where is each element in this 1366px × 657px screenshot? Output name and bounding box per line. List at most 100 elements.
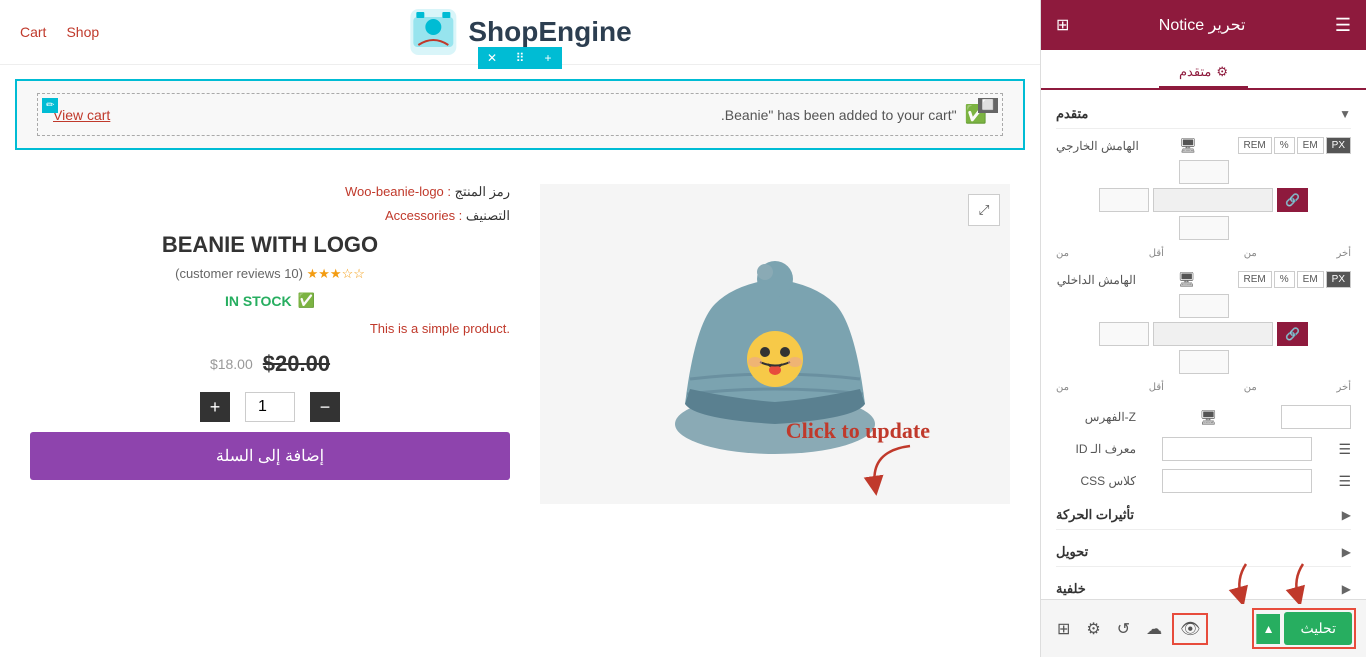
id-row: ☰ معرف الـ ID (1056, 437, 1351, 461)
sku-label: رمز المنتج (455, 184, 510, 199)
em-tab[interactable]: EM (1297, 137, 1324, 154)
inner-margin-center[interactable] (1153, 322, 1273, 346)
update-btn-wrapper: ▲ تحليث (1252, 608, 1356, 649)
sidebar-title: تحرير Notice (1159, 15, 1246, 35)
view-cart-link[interactable]: View cart (53, 107, 110, 123)
star-rating: ★★★☆☆ (307, 266, 365, 281)
notice-close-btn[interactable]: ✕ (478, 47, 506, 69)
bottom-icon-group: ⊞ ⚙ ↺ ☁ 👁 (1051, 613, 1208, 645)
outer-link-btn[interactable]: 🔗 (1277, 188, 1308, 212)
z-index-input[interactable] (1281, 405, 1351, 429)
inner-unit-tabs: PX EM % REM (1238, 271, 1351, 288)
motion-label: تأثيرات الحركة (1056, 507, 1134, 523)
cloud-btn[interactable]: ☁ (1140, 613, 1168, 645)
outer-margin-header: PX EM % REM 🖥 الهامش الخارجي (1056, 137, 1351, 154)
notice-move-btn[interactable]: ⠿ (506, 47, 534, 69)
notice-text-content: "Beanie" has been added to your cart. (721, 107, 957, 123)
qty-plus-btn[interactable]: + (200, 392, 230, 422)
css-input[interactable] (1162, 469, 1312, 493)
px-tab[interactable]: PX (1326, 137, 1351, 154)
percent-tab[interactable]: % (1274, 137, 1295, 154)
notice-bar: ✏ View cart ✅ "Beanie" has been added to… (15, 79, 1025, 150)
inner-dir-to: من (1056, 382, 1069, 393)
dir-last: أخر (1337, 248, 1351, 259)
sidebar-bottom-toolbar: ⊞ ⚙ ↺ ☁ 👁 ▲ تحليث (1041, 599, 1366, 657)
history-btn[interactable]: ↺ (1111, 613, 1136, 645)
grid-icon[interactable]: ⊞ (1056, 15, 1069, 35)
outer-margin-top[interactable] (1179, 160, 1229, 184)
preview-eye-btn[interactable]: 👁 (1174, 615, 1206, 643)
inner-margin-group: PX EM % REM 🖥 الهامش الداخلي 🔗 أخر (1056, 271, 1351, 393)
inner-percent-tab[interactable]: % (1274, 271, 1295, 288)
cart-link[interactable]: Cart (20, 24, 46, 40)
tab-advanced-label: متقدم (1179, 64, 1211, 80)
outer-margin-bottom[interactable] (1179, 216, 1229, 240)
add-to-cart-button[interactable]: إضافة إلى السلة (30, 432, 510, 480)
inner-rem-tab[interactable]: REM (1238, 271, 1272, 288)
z-index-label: Z-الفهرس (1056, 410, 1136, 424)
new-price: $20.00 (263, 351, 330, 377)
css-label: كلاس CSS (1056, 474, 1136, 488)
price-row: $18.00 $20.00 (30, 351, 510, 377)
inner-link-btn[interactable]: 🔗 (1277, 322, 1308, 346)
tab-advanced[interactable]: ⚙ متقدم (1159, 58, 1248, 88)
outer-margin-center[interactable] (1153, 188, 1273, 212)
sku-value: Woo-beanie-logo : (345, 184, 451, 199)
product-image-area: ⤢ (540, 184, 1010, 504)
preview-btn-wrapper: 👁 (1172, 613, 1208, 645)
sidebar-content[interactable]: ▼ متقدم PX EM % REM 🖥 الهامش الخارجي 🔗 (1041, 90, 1366, 599)
inner-margin-label: الهامش الداخلي (1056, 273, 1136, 287)
inner-em-tab[interactable]: EM (1297, 271, 1324, 288)
logo-text: ShopEngine (468, 16, 631, 48)
inner-margin-middle-row: 🔗 (1099, 322, 1308, 346)
nav-links: Cart Shop (20, 24, 99, 40)
outer-margin-right[interactable] (1099, 188, 1149, 212)
shopengine-logo-icon (408, 7, 458, 57)
inner-monitor-icon: 🖥 (1178, 271, 1196, 288)
update-dropdown-btn[interactable]: ▲ (1256, 614, 1281, 644)
product-title: BEANIE WITH LOGO (30, 232, 510, 258)
category-label: التصنيف (466, 208, 510, 223)
product-category: Accessories : التصنيف (30, 208, 510, 224)
transform-label: تحويل (1056, 544, 1088, 560)
chevron-icon: ▼ (1339, 107, 1351, 121)
hamburger-icon[interactable]: ☰ (1335, 15, 1351, 36)
layers-btn[interactable]: ⊞ (1051, 613, 1076, 645)
transform-section[interactable]: ▶ تحويل (1056, 538, 1351, 567)
shop-link[interactable]: Shop (66, 24, 99, 40)
quantity-input[interactable] (245, 392, 295, 422)
id-label: معرف الـ ID (1056, 442, 1136, 456)
advanced-section-header[interactable]: ▼ متقدم (1056, 100, 1351, 129)
transform-chevron: ▶ (1342, 545, 1351, 559)
old-price: $18.00 (210, 356, 253, 372)
expand-image-btn[interactable]: ⤢ (968, 194, 1000, 226)
inner-margin-grid: 🔗 (1056, 294, 1351, 374)
category-value: Accessories : (385, 208, 462, 223)
notice-message: ✅ "Beanie" has been added to your cart. (721, 104, 987, 125)
reviews-count: (customer reviews 10) (175, 266, 303, 281)
id-input[interactable] (1162, 437, 1312, 461)
rem-tab[interactable]: REM (1238, 137, 1272, 154)
sidebar-tabs: ⚙ متقدم (1041, 50, 1366, 90)
settings-btn[interactable]: ⚙ (1080, 613, 1106, 645)
background-section[interactable]: ▶ خلفية (1056, 575, 1351, 599)
inner-margin-right[interactable] (1099, 322, 1149, 346)
inner-dir-from: من (1244, 382, 1257, 393)
inner-px-tab[interactable]: PX (1326, 271, 1351, 288)
edit-icon[interactable]: ✏ (42, 98, 58, 113)
qty-minus-btn[interactable]: − (310, 392, 340, 422)
notice-add-btn[interactable]: + (534, 47, 562, 69)
product-info: Woo-beanie-logo : رمز المنتج Accessories… (30, 184, 510, 504)
inner-margin-bottom[interactable] (1179, 350, 1229, 374)
outer-margin-label: الهامش الخارجي (1056, 139, 1139, 153)
inner-directions: أخر من أقل من (1056, 382, 1351, 393)
advanced-section-label: متقدم (1056, 106, 1088, 122)
motion-effects-section[interactable]: ▶ تأثيرات الحركة (1056, 501, 1351, 530)
copy-icon[interactable]: ⬜ (978, 98, 998, 113)
css-list-icon: ☰ (1338, 473, 1351, 490)
update-button[interactable]: تحليث (1284, 612, 1352, 645)
quantity-row: + − (30, 392, 510, 422)
inner-margin-top[interactable] (1179, 294, 1229, 318)
notice-wrapper: ✕ ⠿ + ✏ View cart ✅ "Beanie" has been ad… (0, 65, 1040, 164)
dir-from: من (1244, 248, 1257, 259)
